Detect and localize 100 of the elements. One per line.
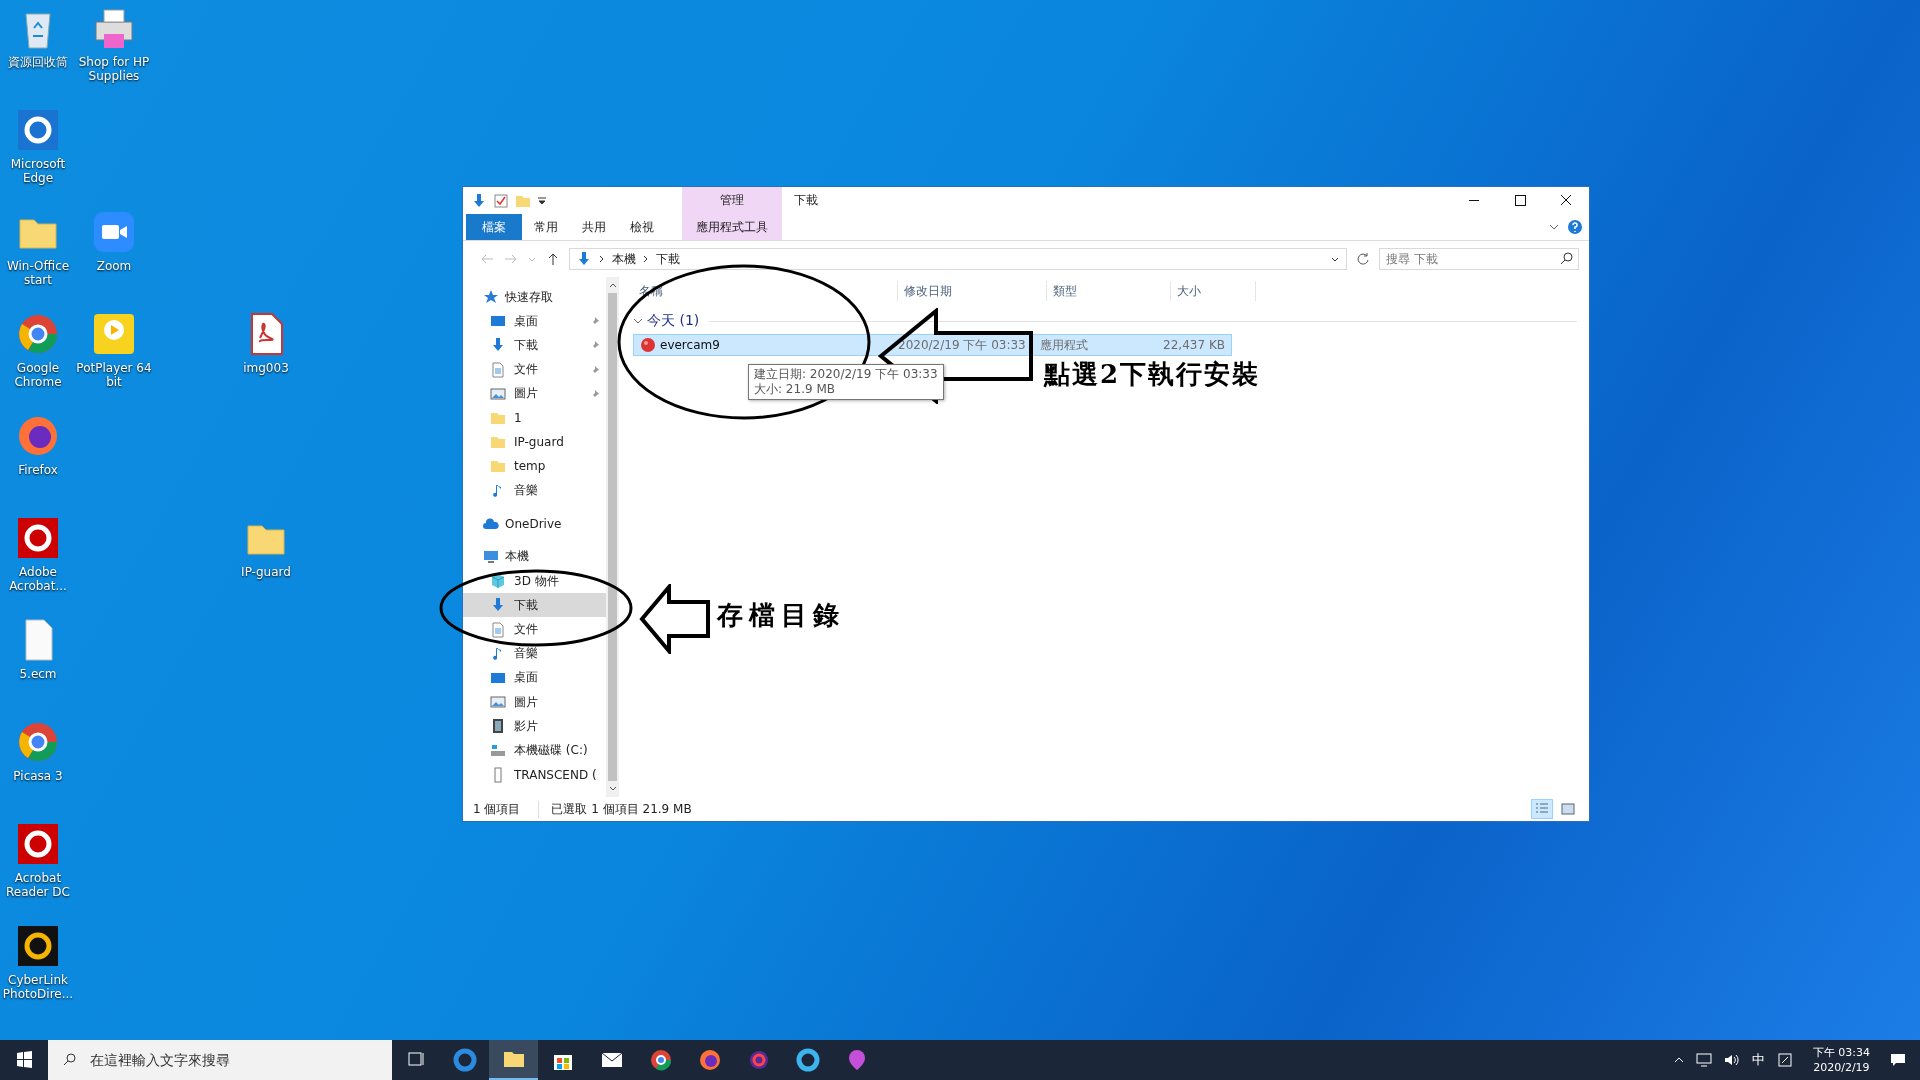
desktop-icon-label[interactable]: Microsoft Edge [0,157,76,185]
picture-icon [490,694,506,711]
window-title: 下載 [794,192,818,209]
folder-icon [490,410,506,427]
nav-item[interactable]: 桌面 [463,309,606,334]
clock-date: 2020/2/19 [1813,1060,1870,1075]
nav-item[interactable]: IP-guard [463,430,606,455]
document-icon [490,621,506,638]
scrollbar[interactable] [606,277,619,797]
computer-icon [483,548,499,565]
notification-icon[interactable] [1890,1052,1906,1068]
picture-icon [1561,802,1575,816]
document-icon [490,361,506,378]
nav-item[interactable]: 3D 物件 [463,569,606,594]
network-icon[interactable] [1695,1052,1712,1068]
annotation-arrow [639,584,711,654]
search-field[interactable]: 搜尋 下載 [1379,248,1579,270]
ribbon-tab[interactable]: 應用程式工具 [682,214,782,240]
nav-item[interactable]: 下載 [463,333,606,358]
file-row[interactable]: evercam9 2020/2/19 下午 03:33 應用程式 22,437 KB [633,334,1232,356]
chevron-down-icon[interactable] [633,316,643,326]
ribbon-tab[interactable]: 檔案 [466,214,522,240]
tooltip-line: 大小: 21.9 MB [754,382,836,397]
nav-item[interactable]: 音樂 [463,478,606,503]
table-cell-text: 22,437 KB [1162,338,1226,352]
nav-item[interactable]: 1 [463,405,606,431]
scroll-down-icon[interactable] [608,785,617,793]
download-arrow-icon [576,251,592,267]
clock[interactable]: 下午 03:34 2020/2/19 [1812,1045,1870,1075]
address-bar[interactable]: 本機 下載 [569,248,1347,270]
desktop-icon-label[interactable]: Adobe Acrobat... [0,565,76,593]
item-count: 1 個項目 [473,800,521,818]
nav-item[interactable]: 本機 [463,544,606,570]
nav-item[interactable]: 文件 [463,617,606,642]
desktop-icon-label[interactable]: Shop for HP Supplies [76,55,152,83]
folder-icon[interactable] [489,1040,538,1080]
star-icon [483,289,499,306]
column-header[interactable]: 大小 [1171,281,1256,301]
search-icon[interactable] [1559,251,1575,267]
desktop-icon-label[interactable]: Zoom [76,259,152,273]
desktop-icon-label[interactable]: Win-Office start [0,259,76,287]
taskbar-search-field[interactable]: 在這裡輸入文字來搜尋 [48,1040,392,1080]
ribbon-tab[interactable]: 檢視 [618,214,666,240]
properties-icon[interactable] [493,192,509,209]
table-cell-text: 2020/2/19 下午 03:33 [897,336,1027,354]
desktop-icon-label[interactable]: CyberLink PhotoDire... [0,973,76,1001]
help-icon[interactable] [1567,219,1583,235]
annotation-text: 存檔目錄 [717,599,845,632]
nav-item[interactable]: 桌面 [463,665,606,690]
installer-icon [640,337,656,353]
desktop-icon-label[interactable]: Firefox [0,463,76,477]
nav-item[interactable]: temp [463,454,606,479]
volume-icon[interactable] [1723,1052,1740,1068]
nav-item[interactable]: 快速存取 [463,285,606,310]
file-name: evercam9 [660,338,720,352]
column-header[interactable]: 類型 [1047,281,1171,301]
folder-icon [490,434,506,451]
picture-icon [490,385,506,402]
desktop-icon-label[interactable]: img003 [228,361,304,375]
clock-time: 下午 03:34 [1812,1045,1870,1060]
group-header[interactable]: 今天 (1) [647,312,700,330]
caret-icon[interactable] [537,195,547,206]
keyboard-mode-icon[interactable] [1776,1052,1793,1068]
download-arrow-icon[interactable] [471,192,487,209]
desktop-icon-label[interactable]: Acrobat Reader DC [0,871,76,899]
cube-icon [490,573,506,590]
breadcrumb[interactable]: 本機 [612,250,636,268]
selection-info: 已選取 1 個項目 21.9 MB [538,800,692,818]
desktop-icon-label[interactable]: Picasa 3 [0,769,76,783]
desktop-icon-label[interactable]: PotPlayer 64 bit [76,361,152,389]
breadcrumb[interactable]: 下載 [656,250,680,268]
nav-item[interactable]: TRANSCEND ( [463,762,606,787]
tooltip-line: 建立日期: 2020/2/19 下午 03:33 [754,367,938,382]
table-cell-text: 應用程式 [1039,336,1089,354]
cloud-icon [483,515,499,532]
desktop-icon-label[interactable]: 5.ecm [0,667,76,681]
nav-item[interactable]: 圖片 [463,381,606,406]
drive-icon [490,742,506,759]
column-header[interactable]: 修改日期 [898,281,1047,301]
folder-icon [490,458,506,475]
nav-item[interactable]: 本機磁碟 (C:) [463,738,606,763]
chevron-up-icon[interactable] [1673,1055,1684,1065]
chevron-down-icon[interactable] [1549,222,1559,232]
ribbon-tab[interactable]: 共用 [570,214,618,240]
refresh-icon[interactable] [1355,251,1371,267]
input-method-indicator[interactable]: 中 [1751,1051,1765,1069]
nav-item[interactable]: OneDrive [463,511,606,536]
nav-item[interactable]: 影片 [463,714,606,739]
context-tab-header: 管理 [682,187,782,214]
nav-item[interactable]: 下載 [463,593,606,618]
desktop-icon-label[interactable]: IP-guard [228,565,304,579]
chevron-right-icon[interactable] [642,255,650,263]
desktop-icon-label[interactable]: Google Chrome [0,361,76,389]
scroll-up-icon[interactable] [608,281,617,289]
nav-item[interactable]: 音樂 [463,641,606,666]
nav-item[interactable]: 圖片 [463,690,606,715]
details-list-icon [1535,802,1549,816]
nav-item[interactable]: 文件 [463,357,606,382]
chevron-right-icon[interactable] [598,255,606,263]
ribbon-tab[interactable]: 常用 [522,214,570,240]
